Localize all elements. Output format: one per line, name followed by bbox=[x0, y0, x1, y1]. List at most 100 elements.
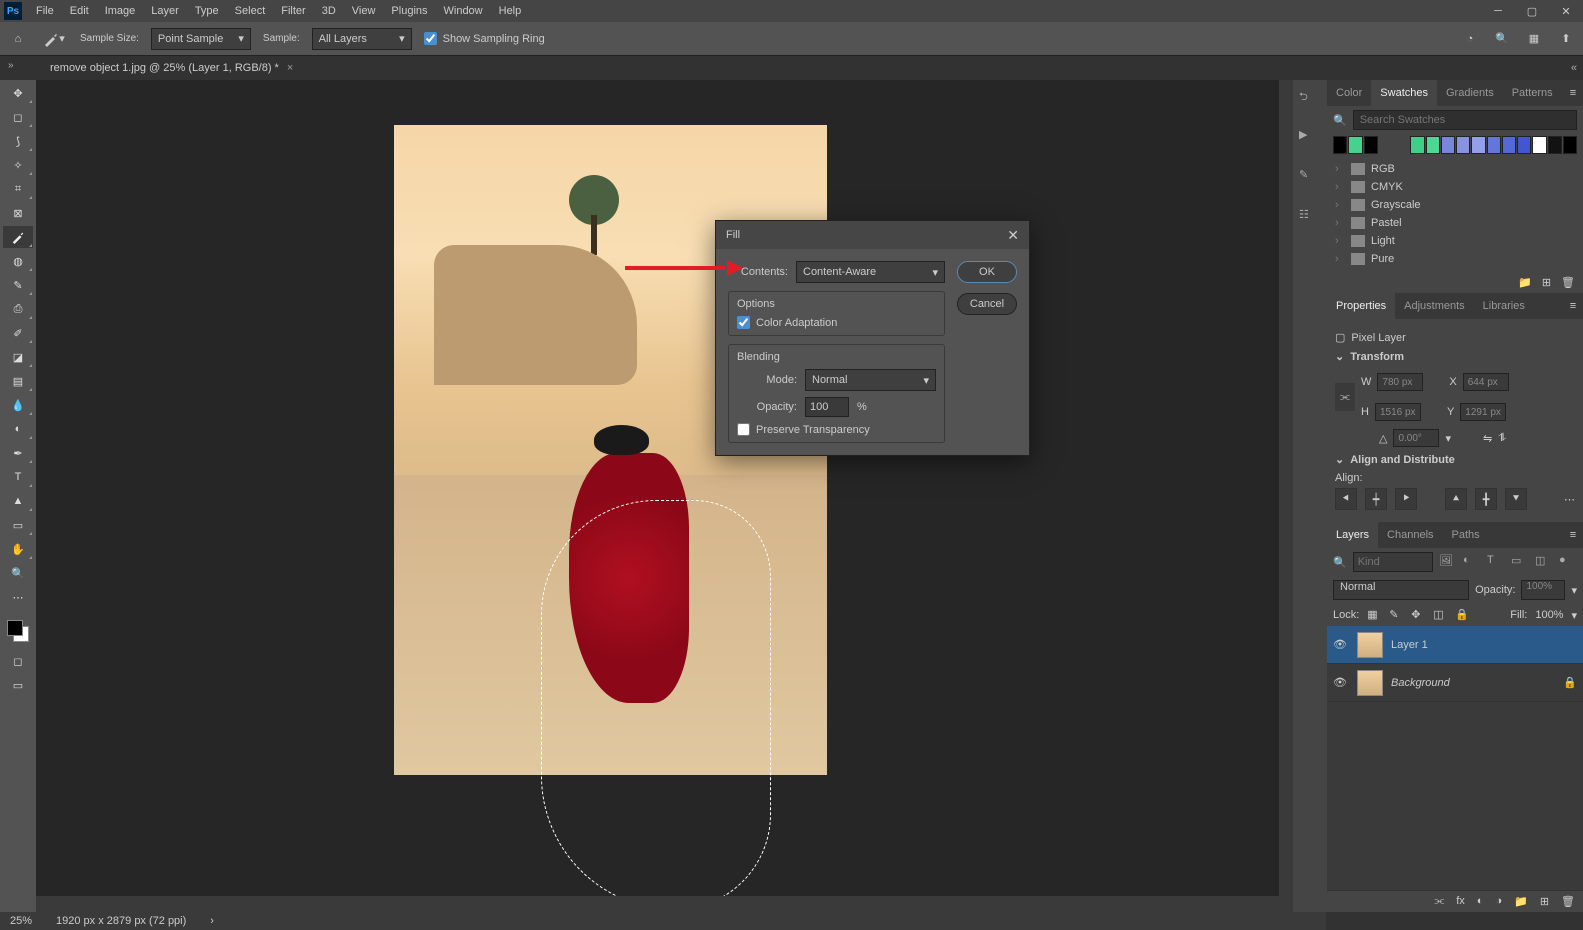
sample-size-select[interactable]: Point Sample▾ bbox=[151, 28, 251, 50]
delete-layer-icon[interactable]: 🗑 bbox=[1561, 895, 1575, 908]
dodge-tool[interactable]: ◐ bbox=[3, 418, 33, 440]
tab-properties[interactable]: Properties bbox=[1327, 293, 1395, 319]
panel-expand-icon[interactable]: « bbox=[1571, 62, 1583, 74]
brush-tool[interactable]: ✎ bbox=[3, 274, 33, 296]
lock-pixels-icon[interactable]: ▦ bbox=[1367, 608, 1381, 622]
tab-adjustments[interactable]: Adjustments bbox=[1395, 293, 1474, 319]
cloud-icon[interactable]: ◔ bbox=[1461, 30, 1479, 48]
dialog-titlebar[interactable]: Fill ✕ bbox=[716, 221, 1029, 249]
horizontal-scrollbar[interactable] bbox=[36, 896, 1293, 912]
menu-3d[interactable]: 3D bbox=[314, 0, 344, 22]
hand-tool[interactable]: ✋ bbox=[3, 538, 33, 560]
layer-thumbnail[interactable] bbox=[1357, 632, 1383, 658]
blur-tool[interactable]: 💧 bbox=[3, 394, 33, 416]
spot-heal-tool[interactable]: ◍ bbox=[3, 250, 33, 272]
visibility-icon[interactable]: 👁 bbox=[1333, 638, 1349, 651]
swatch-group-cmyk[interactable]: ›CMYK bbox=[1327, 178, 1583, 196]
swatch-color[interactable] bbox=[1487, 136, 1501, 154]
align-right-icon[interactable]: ⯈ bbox=[1395, 488, 1417, 510]
align-vcenter-icon[interactable]: ╋ bbox=[1475, 488, 1497, 510]
flip-h-icon[interactable]: ⇋ bbox=[1483, 432, 1492, 445]
close-button[interactable]: ✕ bbox=[1549, 0, 1583, 22]
layer-name[interactable]: Layer 1 bbox=[1391, 639, 1577, 651]
lock-artboard-icon[interactable]: ◫ bbox=[1433, 608, 1447, 622]
filter-type-icon[interactable]: T bbox=[1487, 554, 1505, 570]
swatch-color[interactable] bbox=[1502, 136, 1516, 154]
filter-shape-icon[interactable]: ▭ bbox=[1511, 554, 1529, 570]
info-chevron-icon[interactable]: › bbox=[210, 915, 214, 927]
swatch-color[interactable] bbox=[1333, 136, 1347, 154]
delete-icon[interactable]: 🗑 bbox=[1561, 276, 1575, 289]
swatch-color[interactable] bbox=[1348, 136, 1362, 154]
swatch-color[interactable] bbox=[1532, 136, 1546, 154]
gradient-tool[interactable]: ▤ bbox=[3, 370, 33, 392]
swatch-group-light[interactable]: ›Light bbox=[1327, 232, 1583, 250]
frame-tool[interactable]: ⊠ bbox=[3, 202, 33, 224]
panel-menu-icon[interactable]: ≡ bbox=[1563, 80, 1583, 106]
swatch-group-grayscale[interactable]: ›Grayscale bbox=[1327, 196, 1583, 214]
contents-select[interactable]: Content-Aware▾ bbox=[796, 261, 945, 283]
path-select-tool[interactable]: ▲ bbox=[3, 490, 33, 512]
canvas[interactable] bbox=[36, 80, 1293, 912]
width-input[interactable] bbox=[1377, 373, 1423, 391]
menu-image[interactable]: Image bbox=[97, 0, 144, 22]
align-bottom-icon[interactable]: ⯆ bbox=[1505, 488, 1527, 510]
new-swatch-icon[interactable]: ⊞ bbox=[1542, 276, 1551, 289]
transform-section[interactable]: ⌄Transform bbox=[1335, 350, 1575, 363]
close-tab-icon[interactable]: × bbox=[287, 56, 293, 80]
tab-swatches[interactable]: Swatches bbox=[1371, 80, 1437, 106]
ok-button[interactable]: OK bbox=[957, 261, 1017, 283]
link-layers-icon[interactable]: ⫘ bbox=[1434, 895, 1444, 908]
menu-select[interactable]: Select bbox=[227, 0, 274, 22]
document-info[interactable]: 1920 px x 2879 px (72 ppi) bbox=[56, 915, 186, 927]
new-layer-icon[interactable]: ⊞ bbox=[1540, 895, 1549, 908]
eraser-tool[interactable]: ◪ bbox=[3, 346, 33, 368]
panel-menu-icon[interactable]: ≡ bbox=[1563, 522, 1583, 548]
mask-icon[interactable]: ◐ bbox=[1477, 895, 1484, 908]
layer-fill-input[interactable]: 100% bbox=[1535, 609, 1563, 621]
folder-icon[interactable]: 📁 bbox=[1518, 276, 1532, 289]
filter-smart-icon[interactable]: ◫ bbox=[1535, 554, 1553, 570]
menu-view[interactable]: View bbox=[344, 0, 384, 22]
history-panel-icon[interactable]: ⮌ bbox=[1299, 88, 1321, 108]
menu-type[interactable]: Type bbox=[187, 0, 227, 22]
swatch-color[interactable] bbox=[1441, 136, 1455, 154]
minimize-button[interactable]: ─ bbox=[1481, 0, 1515, 22]
pen-tool[interactable]: ✒ bbox=[3, 442, 33, 464]
edit-toolbar[interactable]: ⋯ bbox=[3, 586, 33, 608]
height-input[interactable] bbox=[1375, 403, 1421, 421]
cancel-button[interactable]: Cancel bbox=[957, 293, 1017, 315]
layer-item[interactable]: 👁 Background 🔒 bbox=[1327, 664, 1583, 702]
adjustment-icon[interactable]: ◑ bbox=[1495, 895, 1502, 908]
lock-brush-icon[interactable]: ✎ bbox=[1389, 608, 1403, 622]
clone-tool[interactable]: ⎙ bbox=[3, 298, 33, 320]
crop-tool[interactable]: ⌗ bbox=[3, 178, 33, 200]
filter-adjust-icon[interactable]: ◐ bbox=[1463, 554, 1481, 570]
quick-mask-icon[interactable]: ◻ bbox=[7, 652, 29, 670]
fx-icon[interactable]: fx bbox=[1456, 895, 1465, 908]
opacity-input[interactable] bbox=[805, 397, 849, 417]
visibility-icon[interactable]: 👁 bbox=[1333, 676, 1349, 689]
menu-filter[interactable]: Filter bbox=[273, 0, 313, 22]
dialog-close-icon[interactable]: ✕ bbox=[1007, 227, 1019, 244]
swatch-color[interactable] bbox=[1563, 136, 1577, 154]
blend-mode-select[interactable]: Normal bbox=[1333, 580, 1469, 600]
angle-input[interactable] bbox=[1393, 429, 1439, 447]
search-icon[interactable]: 🔍 bbox=[1493, 30, 1511, 48]
tab-paths[interactable]: Paths bbox=[1443, 522, 1489, 548]
tab-channels[interactable]: Channels bbox=[1378, 522, 1442, 548]
swatch-group-pastel[interactable]: ›Pastel bbox=[1327, 214, 1583, 232]
mode-select[interactable]: Normal▾ bbox=[805, 369, 936, 391]
foreground-background-colors[interactable] bbox=[3, 616, 33, 646]
sampling-ring-checkbox[interactable]: Show Sampling Ring bbox=[424, 32, 545, 45]
actions-panel-icon[interactable]: ▶ bbox=[1299, 128, 1321, 148]
tab-gradients[interactable]: Gradients bbox=[1437, 80, 1503, 106]
workspace-icon[interactable]: ▦ bbox=[1525, 30, 1543, 48]
history-brush-tool[interactable]: ✐ bbox=[3, 322, 33, 344]
tab-layers[interactable]: Layers bbox=[1327, 522, 1378, 548]
layer-thumbnail[interactable] bbox=[1357, 670, 1383, 696]
swatch-color[interactable] bbox=[1410, 136, 1424, 154]
screen-mode-icon[interactable]: ▭ bbox=[7, 676, 29, 694]
menu-edit[interactable]: Edit bbox=[62, 0, 97, 22]
menu-layer[interactable]: Layer bbox=[143, 0, 187, 22]
